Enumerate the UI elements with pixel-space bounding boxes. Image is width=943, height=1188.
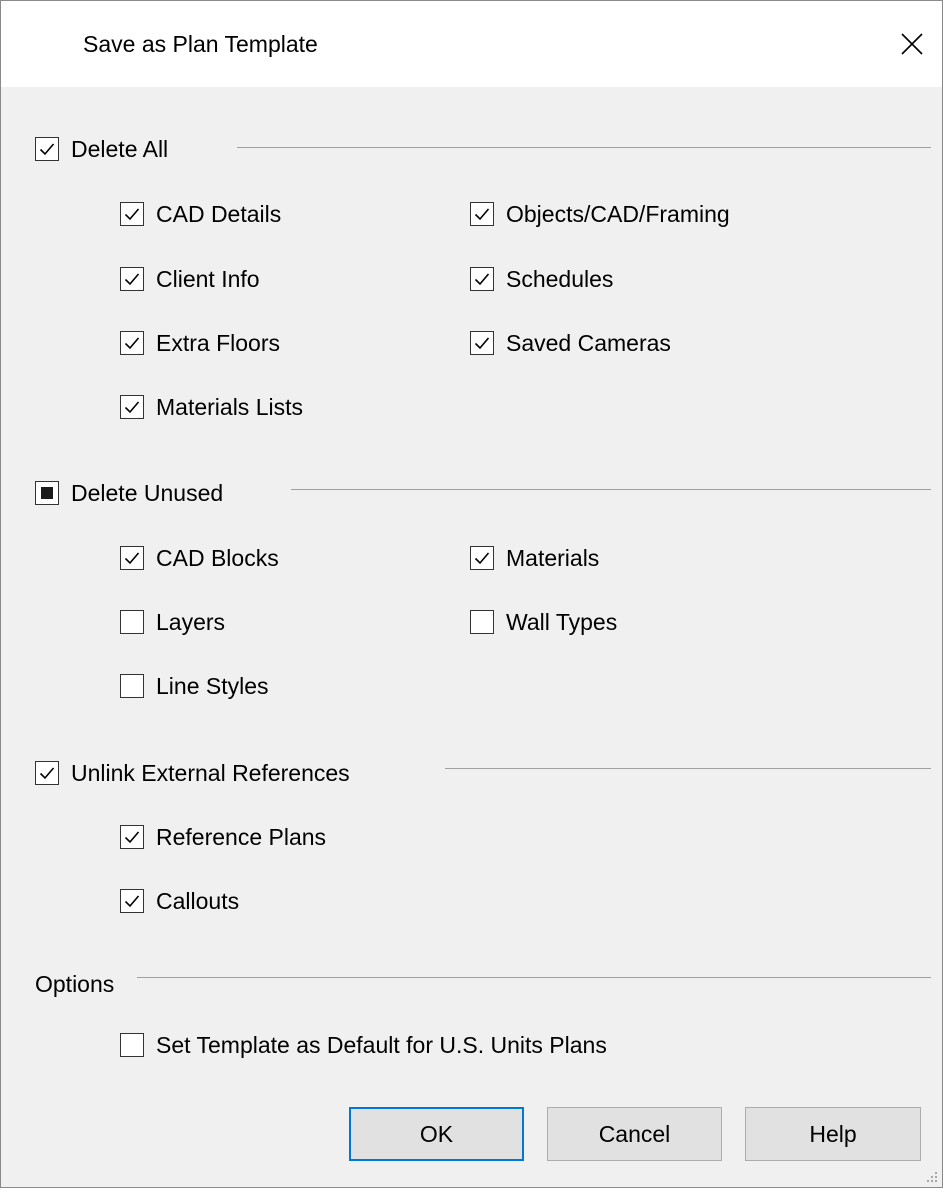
window-title: Save as Plan Template [83, 31, 318, 57]
unlink-external-references-label: Unlink External References [71, 760, 350, 786]
client-info-checkbox[interactable]: Client Info [120, 262, 260, 296]
objects-cad-framing-checkbox[interactable]: Objects/CAD/Framing [470, 197, 730, 231]
check-icon [124, 552, 140, 565]
default-template-checkbox[interactable]: Set Template as Default for U.S. Units P… [120, 1028, 607, 1062]
checkbox-box [120, 395, 144, 419]
extra-floors-label: Extra Floors [156, 330, 280, 356]
delete-unused-divider [291, 489, 931, 490]
checkbox-box [120, 610, 144, 634]
extra-floors-checkbox[interactable]: Extra Floors [120, 326, 280, 360]
cancel-button[interactable]: Cancel [547, 1107, 722, 1161]
checkbox-box [120, 889, 144, 913]
cad-details-checkbox[interactable]: CAD Details [120, 197, 281, 231]
checkbox-box [35, 761, 59, 785]
reference-plans-label: Reference Plans [156, 824, 327, 850]
check-icon [124, 401, 140, 414]
schedules-checkbox[interactable]: Schedules [470, 262, 613, 296]
check-icon [474, 337, 490, 350]
options-divider [137, 977, 931, 978]
close-button[interactable] [889, 21, 935, 67]
check-icon [124, 337, 140, 350]
checkbox-box [120, 267, 144, 291]
check-icon [474, 208, 490, 221]
check-icon [474, 273, 490, 286]
indeterminate-indicator-icon [41, 487, 53, 499]
check-icon [124, 208, 140, 221]
checkbox-box [470, 546, 494, 570]
checkbox-box [120, 674, 144, 698]
checkbox-box [120, 825, 144, 849]
callouts-label: Callouts [156, 888, 240, 914]
default-template-label: Set Template as Default for U.S. Units P… [156, 1032, 607, 1058]
cad-details-label: CAD Details [156, 201, 282, 227]
wall-types-checkbox[interactable]: Wall Types [470, 605, 617, 639]
check-icon [124, 273, 140, 286]
saved-cameras-checkbox[interactable]: Saved Cameras [470, 326, 671, 360]
delete-unused-checkbox[interactable]: Delete Unused [35, 476, 223, 510]
checkbox-box [35, 481, 59, 505]
delete-all-divider [237, 147, 931, 148]
delete-all-label: Delete All [71, 136, 169, 162]
cad-blocks-label: CAD Blocks [156, 545, 279, 571]
check-icon [474, 552, 490, 565]
checkbox-box [470, 202, 494, 226]
save-as-plan-template-dialog: Save as Plan Template Delete All CAD Det… [0, 0, 943, 1188]
unlink-divider [445, 768, 931, 769]
checkbox-box [470, 267, 494, 291]
help-button[interactable]: Help [745, 1107, 921, 1161]
materials-checkbox[interactable]: Materials [470, 541, 599, 575]
line-styles-checkbox[interactable]: Line Styles [120, 669, 269, 703]
checkbox-box [470, 331, 494, 355]
check-icon [39, 143, 55, 156]
ok-button[interactable]: OK [349, 1107, 524, 1161]
checkbox-box [120, 1033, 144, 1057]
client-info-label: Client Info [156, 266, 260, 292]
callouts-checkbox[interactable]: Callouts [120, 884, 239, 918]
title-bar: Save as Plan Template [1, 1, 942, 87]
reference-plans-checkbox[interactable]: Reference Plans [120, 820, 326, 854]
checkbox-box [35, 137, 59, 161]
wall-types-label: Wall Types [506, 609, 618, 635]
saved-cameras-label: Saved Cameras [506, 330, 671, 356]
materials-label: Materials [506, 545, 600, 571]
check-icon [39, 767, 55, 780]
layers-checkbox[interactable]: Layers [120, 605, 225, 639]
resize-grip-icon[interactable] [924, 1169, 938, 1183]
line-styles-label: Line Styles [156, 673, 269, 699]
close-icon [901, 33, 923, 55]
check-icon [124, 895, 140, 908]
schedules-label: Schedules [506, 266, 614, 292]
checkbox-box [120, 202, 144, 226]
materials-lists-label: Materials Lists [156, 394, 303, 420]
checkbox-box [470, 610, 494, 634]
materials-lists-checkbox[interactable]: Materials Lists [120, 390, 303, 424]
options-group-label: Options [35, 971, 115, 997]
checkbox-box [120, 546, 144, 570]
delete-all-checkbox[interactable]: Delete All [35, 132, 168, 166]
unlink-external-references-checkbox[interactable]: Unlink External References [35, 756, 350, 790]
checkbox-box [120, 331, 144, 355]
cad-blocks-checkbox[interactable]: CAD Blocks [120, 541, 279, 575]
layers-label: Layers [156, 609, 226, 635]
objects-cad-framing-label: Objects/CAD/Framing [506, 201, 730, 227]
check-icon [124, 831, 140, 844]
delete-unused-label: Delete Unused [71, 480, 224, 506]
